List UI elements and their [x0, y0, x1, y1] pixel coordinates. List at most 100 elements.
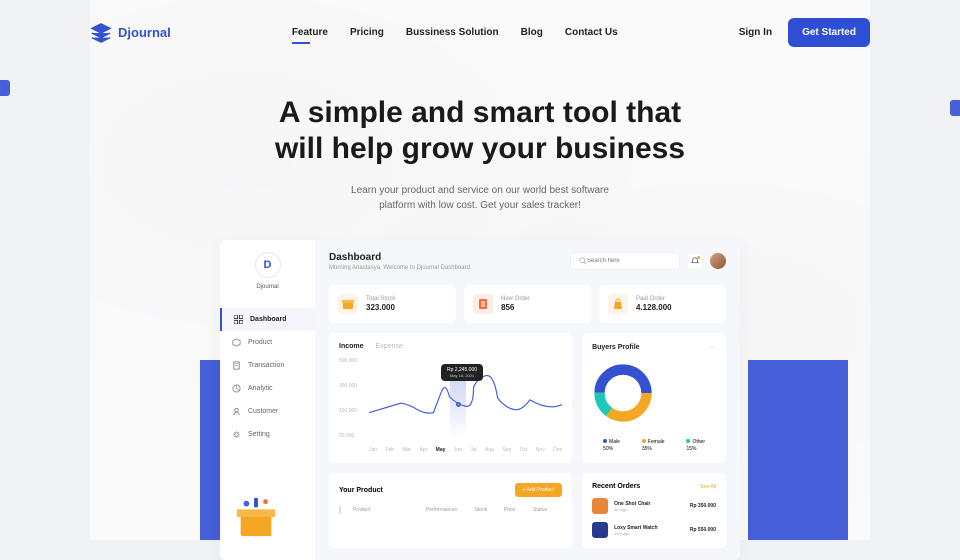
sidebar-logo-text: Djournal	[256, 284, 278, 290]
stat-card-stock: Total Stock323.000	[329, 285, 456, 323]
chart-point-marker	[456, 402, 461, 407]
tab-expense[interactable]: Expense	[376, 343, 403, 350]
legend: Male50% Female35% Other15%	[592, 439, 716, 452]
sidebar-item-transaction[interactable]: Transaction	[220, 354, 315, 377]
nav-links: Feature Pricing Bussiness Solution Blog …	[292, 27, 618, 38]
x-tick: Jun	[454, 447, 462, 453]
more-icon[interactable]: ⋯	[708, 343, 716, 352]
y-axis: 500.000 300.000 150.000 50.000	[339, 358, 357, 439]
col-product: Product	[353, 507, 426, 513]
orders-header: Recent Orders See All	[592, 483, 716, 490]
order-price: Rp 350.000	[690, 503, 716, 509]
hero-subtitle: Learn your product and service on our wo…	[90, 183, 870, 213]
get-started-button[interactable]: Get Started	[788, 18, 870, 47]
search-input[interactable]	[587, 258, 667, 264]
nav-link-blog[interactable]: Blog	[521, 27, 543, 38]
cube-icon	[232, 338, 241, 347]
sidebar-logo: D Djournal	[220, 252, 315, 290]
sidebar-item-label: Product	[248, 339, 272, 346]
x-tick: Apr	[419, 447, 427, 453]
orders-title: Recent Orders	[592, 483, 640, 490]
signin-link[interactable]: Sign In	[739, 27, 772, 38]
legend-value: 50%	[603, 446, 613, 452]
sidebar-item-label: Dashboard	[250, 316, 287, 323]
doc-icon	[232, 361, 241, 370]
sidebar-item-customer[interactable]: Customer	[220, 400, 315, 423]
sidebar-item-setting[interactable]: Setting	[220, 423, 315, 446]
bottom-row: Your Product + Add Product Product Perfo…	[329, 463, 726, 548]
stat-card-paidorder: Paid Order4.128.000	[599, 285, 726, 323]
decorative-box-icon	[233, 494, 279, 540]
x-tick: Jan	[369, 447, 377, 453]
x-tick: Mar	[402, 447, 411, 453]
order-time: 5m ago	[614, 507, 684, 512]
search-box[interactable]	[570, 252, 680, 270]
donut-chart	[592, 362, 654, 424]
x-tick: Oct	[520, 447, 528, 453]
nav-link-pricing[interactable]: Pricing	[350, 27, 384, 38]
legend-male: Male50%	[603, 439, 620, 452]
sidebar-item-dashboard[interactable]: Dashboard	[220, 308, 315, 331]
bag-icon	[608, 294, 628, 314]
decorative-pill-left	[0, 80, 10, 96]
header-right	[570, 252, 726, 270]
bell-icon	[691, 257, 699, 265]
select-all-checkbox[interactable]	[339, 506, 341, 514]
chart-tabs: Income Expense	[339, 343, 562, 350]
dashboard-main: Dashboard Morning Anastasya, Welcome to …	[315, 240, 740, 560]
nav-link-contact[interactable]: Contact Us	[565, 27, 618, 38]
see-all-link[interactable]: See All	[700, 484, 716, 490]
hero-title-line2: will help grow your business	[275, 132, 685, 165]
profile-header: Buyers Profile ⋯	[592, 343, 716, 352]
sidebar-item-label: Transaction	[248, 362, 284, 369]
x-axis: Jan Feb Mar Apr May Jun Jul Aug Sep Oct …	[369, 447, 562, 453]
sidebar-item-label: Customer	[248, 408, 278, 415]
nav-link-feature[interactable]: Feature	[292, 27, 328, 38]
nav-link-business[interactable]: Bussiness Solution	[406, 27, 499, 38]
y-tick: 150.000	[339, 408, 357, 414]
buyers-profile-card: Buyers Profile ⋯ Male50% Female35% Other…	[582, 333, 726, 463]
col-status: Status	[533, 507, 562, 513]
legend-value: 15%	[686, 446, 696, 452]
stat-value: 323.000	[366, 303, 395, 312]
sidebar-item-analytic[interactable]: Analytic	[220, 377, 315, 400]
order-row[interactable]: One Shot Chair5m ago Rp 350.000	[592, 498, 716, 514]
legend-other: Other15%	[686, 439, 705, 452]
order-row[interactable]: Loxy Smart Watch10m ago Rp 550.000	[592, 522, 716, 538]
grid-icon	[234, 315, 243, 324]
order-thumbnail	[592, 498, 608, 514]
page-title: Dashboard	[329, 252, 472, 263]
product-table-title: Your Product	[339, 487, 383, 494]
y-tick: 300.000	[339, 383, 357, 389]
legend-label: Female	[648, 439, 665, 445]
page-subtitle: Morning Anastasya, Welcome to Djournal D…	[329, 265, 472, 271]
box-icon	[338, 294, 358, 314]
recent-orders-card: Recent Orders See All One Shot Chair5m a…	[582, 473, 726, 548]
content-row: Income Expense 500.000 300.000 150.000 5…	[329, 333, 726, 463]
chart-area: 500.000 300.000 150.000 50.000 Rp 2,245.…	[339, 358, 562, 453]
legend-dot-icon	[642, 439, 646, 443]
tooltip-date: May 18, 2021	[447, 373, 477, 378]
top-navigation: Djournal Feature Pricing Bussiness Solut…	[90, 0, 870, 65]
col-price: Price	[504, 507, 533, 513]
chart-tooltip: Rp 2,245.000 May 18, 2021	[441, 364, 483, 381]
sidebar-item-product[interactable]: Product	[220, 331, 315, 354]
hero-title-line1: A simple and smart tool that	[279, 96, 681, 129]
notification-button[interactable]	[688, 254, 702, 268]
brand-logo-icon	[90, 22, 112, 44]
product-table-columns: Product Performances Stock Price Status	[339, 507, 562, 513]
x-tick: Sep	[502, 447, 511, 453]
x-tick: Jul	[470, 447, 476, 453]
avatar[interactable]	[710, 253, 726, 269]
x-tick: Des	[553, 447, 562, 453]
chart-icon	[232, 384, 241, 393]
stats-row: Total Stock323.000 New Order856 Paid Ord…	[329, 285, 726, 323]
tab-income[interactable]: Income	[339, 343, 364, 350]
add-product-button[interactable]: + Add Product	[515, 483, 563, 497]
sidebar-logo-circle: D	[255, 252, 281, 278]
y-tick: 500.000	[339, 358, 357, 364]
stat-label: New Order	[501, 296, 530, 302]
x-tick: Nov	[536, 447, 545, 453]
hero: A simple and smart tool that will help g…	[90, 95, 870, 213]
brand[interactable]: Djournal	[90, 22, 171, 44]
